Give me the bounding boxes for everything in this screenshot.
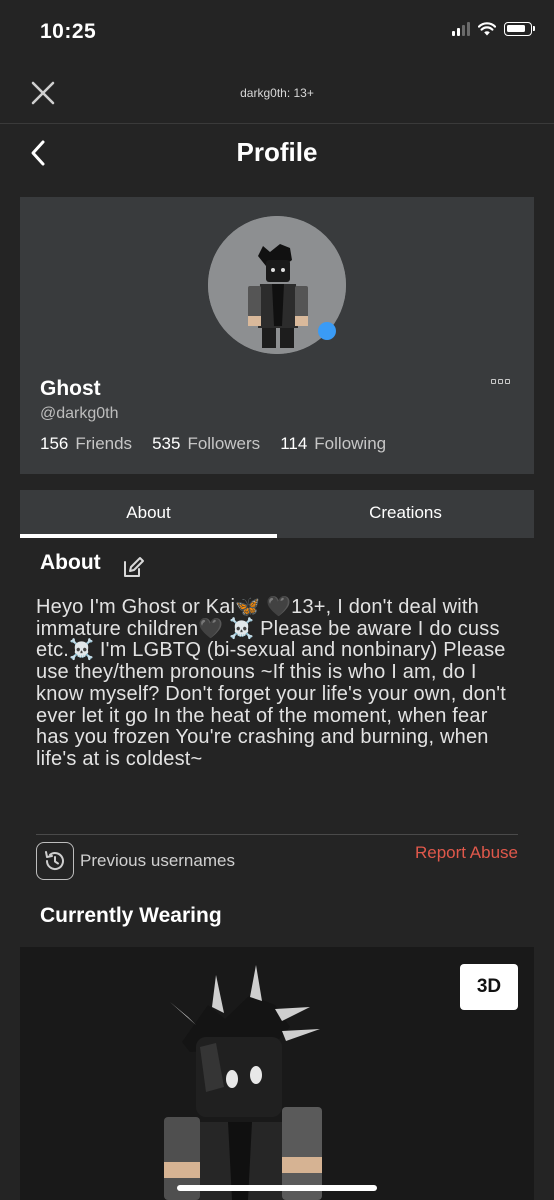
- display-name: Ghost: [40, 377, 101, 400]
- cellular-signal-icon: [452, 22, 470, 36]
- status-icons: [452, 22, 535, 36]
- avatar-preview-panel[interactable]: 3D: [20, 947, 534, 1200]
- friends-label: Friends: [75, 434, 133, 453]
- currently-wearing-heading: Currently Wearing: [40, 904, 222, 927]
- avatar[interactable]: [208, 216, 346, 354]
- report-abuse-link[interactable]: Report Abuse: [415, 843, 518, 863]
- battery-icon: [504, 22, 535, 36]
- profile-tabs: About Creations: [20, 490, 534, 538]
- home-indicator: [177, 1185, 377, 1191]
- followers-count: 535: [152, 434, 181, 453]
- more-options-icon[interactable]: [491, 379, 510, 384]
- page-header: Profile: [0, 124, 554, 184]
- previous-usernames-label: Previous usernames: [80, 851, 235, 870]
- followers-stat[interactable]: 535 Followers: [152, 434, 260, 454]
- tab-creations[interactable]: Creations: [277, 490, 534, 538]
- browser-topbar: darkg0th: 13+: [0, 62, 554, 124]
- previous-usernames-button[interactable]: Previous usernames: [36, 842, 235, 880]
- friends-stat[interactable]: 156 Friends: [40, 434, 132, 454]
- profile-card: Ghost @darkg0th 156 Friends 535 Follower…: [20, 197, 534, 474]
- about-description: Heyo I'm Ghost or Kai🦋 🖤13+, I don't dea…: [36, 596, 507, 770]
- edit-icon[interactable]: [121, 556, 145, 580]
- following-count: 114: [280, 434, 308, 453]
- online-status-dot: [318, 322, 336, 340]
- tab-about[interactable]: About: [20, 490, 277, 538]
- divider: [36, 834, 518, 835]
- status-time: 10:25: [40, 20, 97, 43]
- following-stat[interactable]: 114 Following: [280, 434, 386, 454]
- profile-stats: 156 Friends 535 Followers 114 Following: [40, 434, 386, 454]
- friends-count: 156: [40, 434, 69, 453]
- page-title: Profile: [236, 137, 318, 167]
- wifi-icon: [478, 22, 496, 36]
- username: @darkg0th: [40, 405, 119, 422]
- followers-label: Followers: [187, 434, 261, 453]
- history-icon: [36, 842, 74, 880]
- about-heading: About: [40, 551, 101, 574]
- avatar-preview-image: [20, 947, 534, 1200]
- view-3d-button[interactable]: 3D: [460, 964, 518, 1010]
- status-bar: 10:25: [0, 0, 554, 62]
- topbar-title: darkg0th: 13+: [240, 86, 314, 100]
- following-label: Following: [314, 434, 387, 453]
